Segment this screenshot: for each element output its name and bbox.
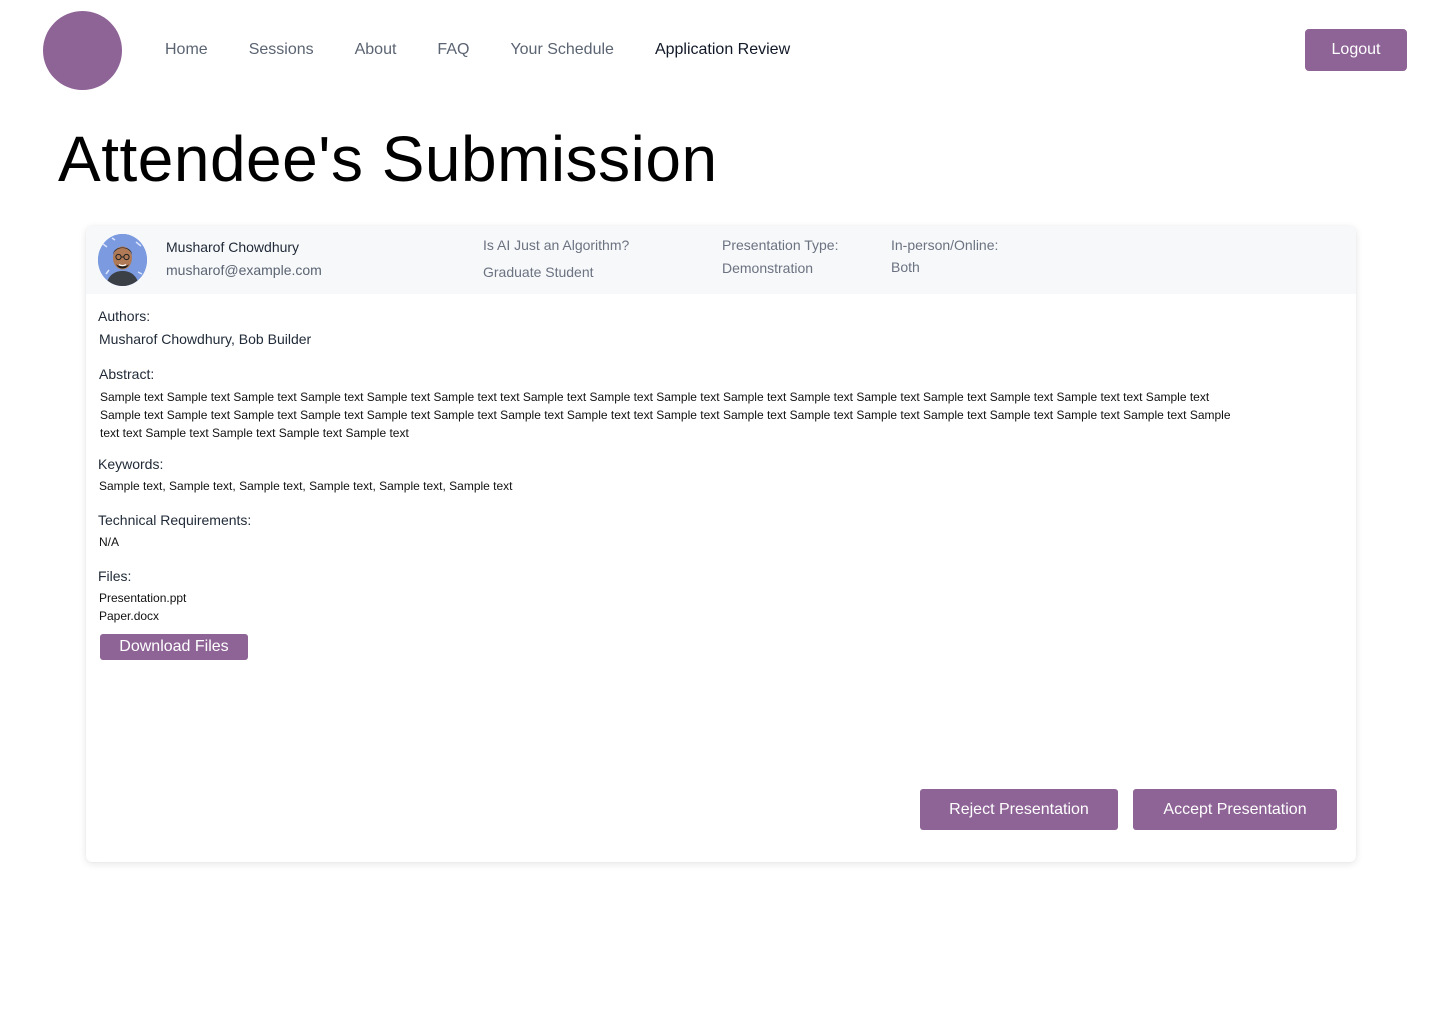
authors-label: Authors: [98, 308, 151, 324]
attendee-email: musharof@example.com [166, 262, 322, 278]
download-files-button[interactable]: Download Files [100, 634, 248, 660]
avatar-image [98, 234, 147, 286]
nav-your-schedule[interactable]: Your Schedule [510, 40, 614, 60]
mode-value: Both [891, 259, 920, 275]
tech-requirements-value: N/A [99, 535, 120, 549]
submission-header: Musharof Chowdhury musharof@example.com … [86, 226, 1356, 294]
presentation-title: Is AI Just an Algorithm? [483, 237, 630, 253]
reject-presentation-button[interactable]: Reject Presentation [920, 789, 1118, 830]
keywords-label: Keywords: [98, 456, 164, 472]
presentation-type-label: Presentation Type: [722, 237, 839, 253]
submission-card: Musharof Chowdhury musharof@example.com … [86, 226, 1356, 862]
accept-presentation-button[interactable]: Accept Presentation [1133, 789, 1337, 830]
abstract-text: Sample text Sample text Sample text Samp… [100, 390, 1231, 440]
abstract-label: Abstract: [99, 366, 155, 382]
site-logo[interactable] [43, 11, 122, 90]
avatar [98, 234, 147, 286]
mode-label: In-person/Online: [891, 237, 999, 253]
authors-value: Musharof Chowdhury, Bob Builder [99, 331, 312, 347]
nav-home[interactable]: Home [165, 40, 208, 60]
attendee-name: Musharof Chowdhury [166, 239, 300, 255]
attendee-role: Graduate Student [483, 264, 594, 280]
nav-sessions[interactable]: Sessions [249, 40, 314, 60]
file-presentation[interactable]: Presentation.ppt [99, 591, 186, 605]
nav-faq[interactable]: FAQ [437, 40, 469, 60]
nav-application-review[interactable]: Application Review [655, 40, 790, 60]
presentation-type-value: Demonstration [722, 260, 814, 276]
keywords-value: Sample text, Sample text, Sample text, S… [99, 479, 513, 493]
file-paper[interactable]: Paper.docx [99, 609, 159, 623]
page-title: Attendee's Submission [58, 123, 718, 195]
tech-requirements-label: Technical Requirements: [98, 512, 252, 528]
logout-button[interactable]: Logout [1305, 29, 1407, 71]
main-nav: Home Sessions About FAQ Your Schedule Ap… [165, 40, 831, 60]
nav-about[interactable]: About [355, 40, 397, 60]
files-label: Files: [98, 568, 132, 584]
